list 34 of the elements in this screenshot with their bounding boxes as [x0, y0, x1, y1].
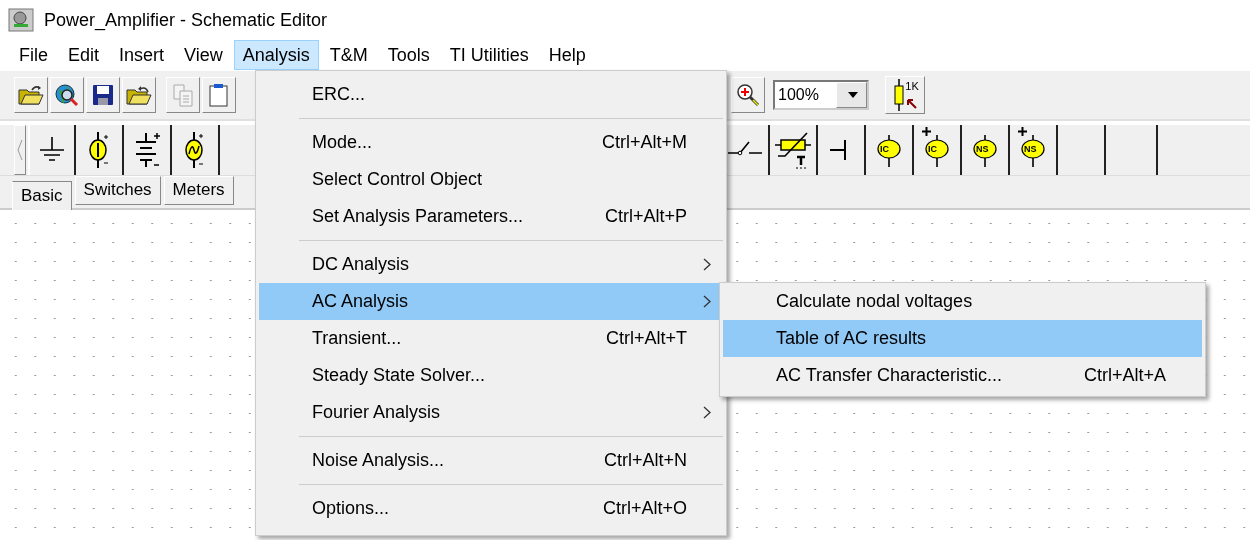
menu-item[interactable]: Mode... Ctrl+Alt+M: [259, 124, 723, 161]
menu-item[interactable]: Insert: [110, 40, 174, 70]
menu-item[interactable]: Set Analysis Parameters... Ctrl+Alt+P: [259, 198, 723, 235]
shortcut-label: Ctrl+Alt+O: [602, 498, 687, 519]
shortcut-label: Ctrl+Alt+A: [1083, 365, 1166, 386]
menu-item[interactable]: AC Transfer Characteristic... Ctrl+Alt+A: [723, 357, 1202, 394]
menu-item[interactable]: File: [10, 40, 57, 70]
shortcut-label: Ctrl+Alt+P: [604, 206, 687, 227]
menu-item[interactable]: Options... Ctrl+Alt+O: [259, 490, 723, 527]
shortcut-label: Ctrl+Alt+T: [605, 328, 687, 349]
menu-item[interactable]: Calculate nodal voltages: [723, 283, 1202, 320]
menu-item[interactable]: Analysis: [233, 40, 319, 70]
component-tab[interactable]: Meters: [163, 176, 234, 205]
menu-item[interactable]: Table of AC results: [723, 320, 1202, 357]
resistor-button[interactable]: 1K: [885, 76, 925, 114]
component-tab[interactable]: Basic: [12, 181, 72, 211]
menu-item[interactable]: Help: [539, 40, 595, 70]
menu-item[interactable]: Steady State Solver...: [259, 357, 723, 394]
menu-item[interactable]: ERC...: [259, 76, 723, 113]
menu-item[interactable]: Noise Analysis... Ctrl+Alt+N: [259, 442, 723, 479]
menu-item[interactable]: Tools: [378, 40, 439, 70]
menu-item[interactable]: Select Control Object: [259, 161, 723, 198]
menu-item[interactable]: Edit: [59, 40, 109, 70]
shortcut-label: Ctrl+Alt+N: [603, 450, 687, 471]
menu-item[interactable]: T&M: [320, 40, 377, 70]
menu-item[interactable]: TI Utilities: [440, 40, 538, 70]
menu-item[interactable]: DC Analysis: [259, 246, 723, 283]
menu-item[interactable]: Transient... Ctrl+Alt+T: [259, 320, 723, 357]
shortcut-label: Ctrl+Alt+M: [601, 132, 687, 153]
window-title: Power_Amplifier - Schematic Editor: [44, 9, 328, 31]
menu-item[interactable]: Fourier Analysis: [259, 394, 723, 431]
menu-item[interactable]: View: [175, 40, 232, 70]
zoom-dropdown[interactable]: 100%: [773, 80, 869, 110]
component-tab[interactable]: Switches: [74, 176, 161, 205]
